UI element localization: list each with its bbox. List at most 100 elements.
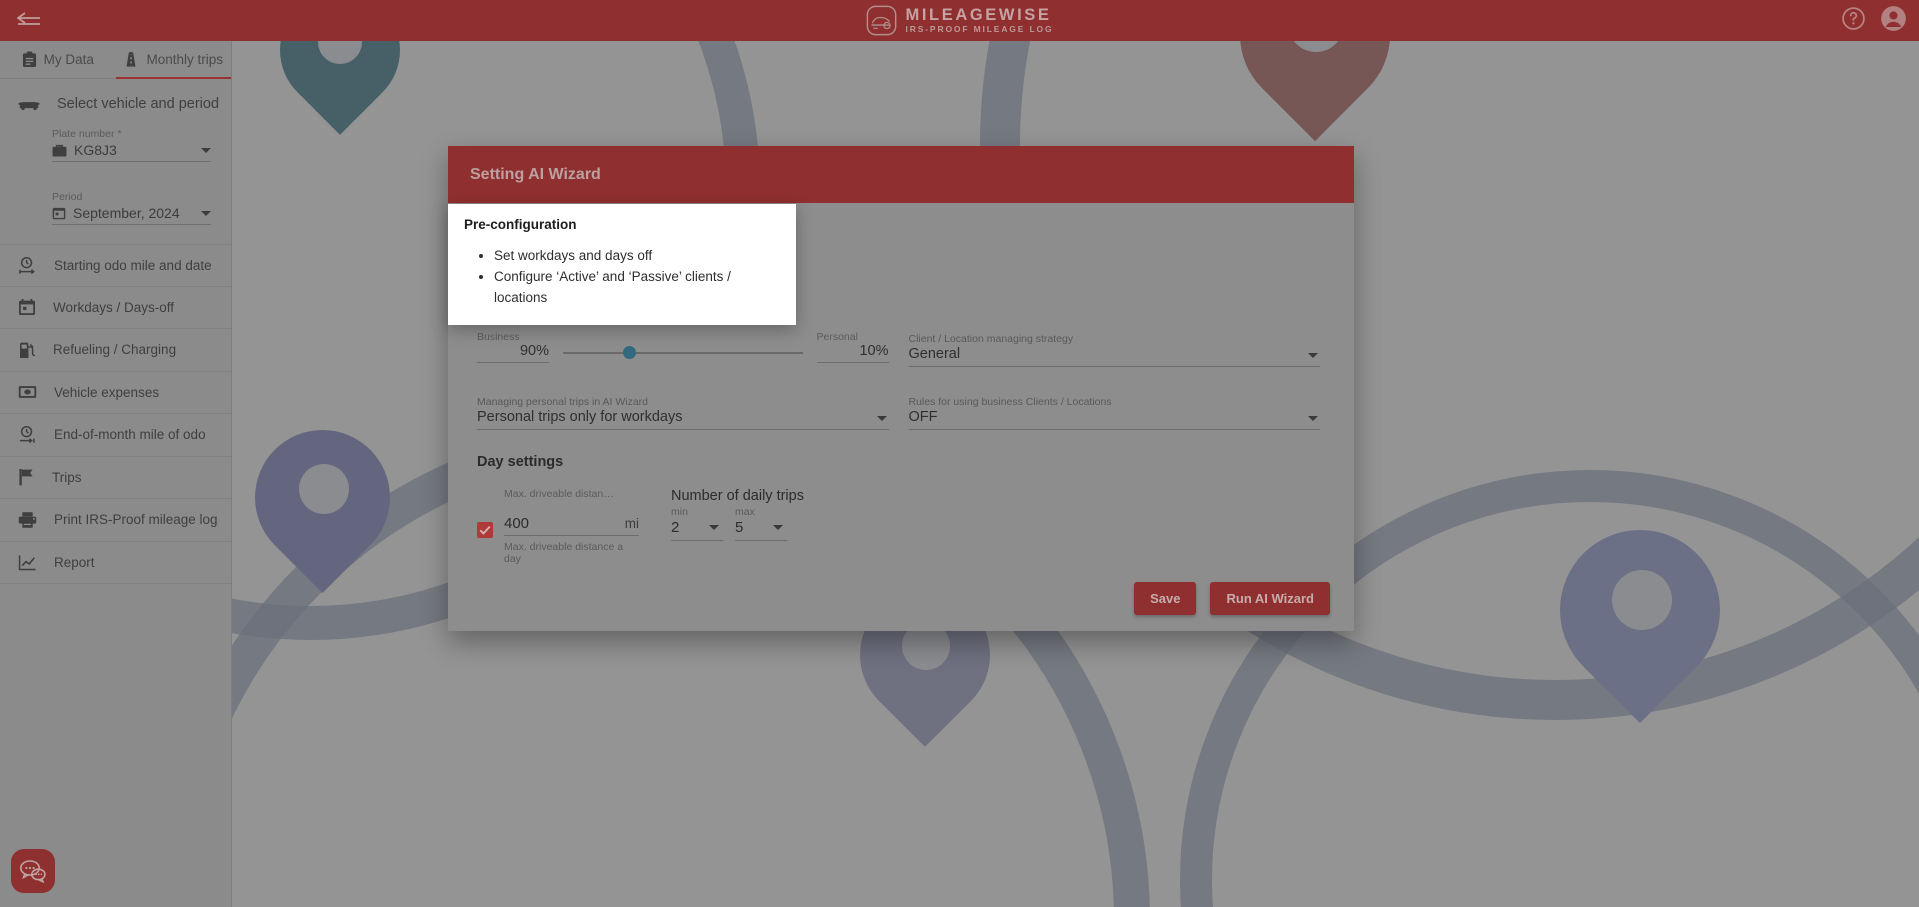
help-circle-icon[interactable] xyxy=(1841,6,1866,36)
sidebar-item-label: Report xyxy=(54,554,95,570)
daily-trips-selects: min 2 max 5 xyxy=(671,506,804,541)
select-value-text: General xyxy=(908,346,961,362)
car-icon xyxy=(18,102,40,111)
day-settings-row: Max. driveable distan… 400 mi Max. drive… xyxy=(462,488,1328,565)
fuel-pump-icon xyxy=(20,342,36,358)
client-location-strategy-select[interactable]: Client / Location managing strategy Gene… xyxy=(908,333,1320,367)
max-distance-input-row[interactable]: 400 mi xyxy=(504,515,639,536)
select-value[interactable]: General xyxy=(908,346,1320,367)
sidebar-item-starting-odo[interactable]: Starting odo mile and date xyxy=(0,244,231,287)
max-distance-unit: mi xyxy=(624,516,639,531)
ratio-column: Business 90% Personal 10% xyxy=(477,331,889,367)
tab-label: My Data xyxy=(43,52,94,67)
business-personal-slider[interactable] xyxy=(563,341,803,363)
sidebar-item-label: End-of-month mile of odo xyxy=(54,427,206,443)
calendar-icon xyxy=(52,207,66,220)
sidebar-item-vehicle-expenses[interactable]: Vehicle expenses xyxy=(0,372,231,414)
odometer-end-icon xyxy=(19,426,35,444)
chevron-down-icon[interactable] xyxy=(1308,353,1318,358)
business-personal-slider-row: Business 90% Personal 10% xyxy=(477,331,889,363)
personal-percent-field[interactable]: Personal 10% xyxy=(816,331,889,363)
min-trips-value-box[interactable]: 2 xyxy=(671,519,723,541)
tab-label: Monthly trips xyxy=(146,52,224,67)
select-label: Client / Location managing strategy xyxy=(908,333,1074,345)
account-circle-icon[interactable] xyxy=(1880,5,1907,37)
sidebar-item-label: Workdays / Days-off xyxy=(53,299,175,315)
tab-my-data[interactable]: My Data xyxy=(0,41,116,78)
strategy-column: Client / Location managing strategy Gene… xyxy=(908,331,1320,367)
sidebar-item-refueling[interactable]: Refueling / Charging xyxy=(0,329,231,372)
printer-icon xyxy=(18,511,37,528)
sidebar-tabs: My Data Monthly trips xyxy=(0,41,231,79)
sidebar-item-end-of-month-odo[interactable]: End-of-month mile of odo xyxy=(0,414,231,457)
ratio-row-grid: Business 90% Personal 10% Client / Locat… xyxy=(462,331,1328,367)
tooltip-title: Pre-configuration xyxy=(464,217,577,232)
chevron-down-icon[interactable] xyxy=(773,525,783,530)
plate-number-value: KG8J3 xyxy=(74,142,117,158)
select-value[interactable]: Personal trips only for workdays xyxy=(477,409,889,430)
select-label: Managing personal trips in AI Wizard xyxy=(477,396,648,408)
business-value: 90% xyxy=(477,343,549,363)
rules-column: Rules for using business Clients / Locat… xyxy=(908,394,1320,430)
min-trips-value: 2 xyxy=(671,519,680,536)
business-label: Business xyxy=(477,331,520,343)
chevron-down-icon[interactable] xyxy=(201,211,211,216)
max-trips-select[interactable]: max 5 xyxy=(735,506,787,541)
min-trips-label: min xyxy=(671,506,688,518)
chevron-down-icon[interactable] xyxy=(1308,416,1318,421)
plate-number-field[interactable]: Plate number * KG8J3 xyxy=(52,128,211,162)
top-bar-actions xyxy=(1841,5,1907,37)
briefcase-icon xyxy=(52,144,67,157)
collapse-arrow-icon[interactable] xyxy=(0,11,58,30)
max-distance-checkbox[interactable] xyxy=(477,522,493,538)
max-distance-label: Max. driveable distan… xyxy=(504,488,614,500)
tab-monthly-trips[interactable]: Monthly trips xyxy=(115,41,232,79)
max-trips-label: max xyxy=(735,506,755,518)
slider-track xyxy=(563,352,803,354)
brand-name: MILEAGEWISE xyxy=(905,6,1052,25)
sidebar-section-title: Select vehicle and period xyxy=(0,79,231,128)
max-distance-field[interactable]: Max. driveable distan… 400 mi Max. drive… xyxy=(504,488,639,565)
personal-value: 10% xyxy=(816,343,889,363)
max-trips-value-box[interactable]: 5 xyxy=(735,519,787,541)
run-ai-wizard-button[interactable]: Run AI Wizard xyxy=(1210,582,1330,615)
chevron-down-icon[interactable] xyxy=(709,525,719,530)
min-trips-select[interactable]: min 2 xyxy=(671,506,723,541)
sidebar-menu: Starting odo mile and date Workdays / Da… xyxy=(0,244,231,584)
dialog-header: Setting AI Wizard xyxy=(448,146,1354,203)
period-label: Period xyxy=(52,191,83,203)
second-select-grid: Managing personal trips in AI Wizard Per… xyxy=(462,394,1328,430)
select-label: Rules for using business Clients / Locat… xyxy=(908,396,1112,408)
select-value[interactable]: OFF xyxy=(908,409,1320,430)
chart-line-icon xyxy=(18,555,36,570)
vehicle-period-fields: Plate number * KG8J3 Period September, 2… xyxy=(0,128,231,225)
sidebar-item-print-log[interactable]: Print IRS-Proof mileage log xyxy=(0,499,231,542)
chevron-down-icon[interactable] xyxy=(201,148,211,153)
business-percent-field[interactable]: Business 90% xyxy=(477,331,549,363)
top-bar: MILEAGEWISE IRS-PROOF MILEAGE LOG xyxy=(0,0,1919,41)
managing-personal-trips-select[interactable]: Managing personal trips in AI Wizard Per… xyxy=(477,396,889,430)
max-distance-value: 400 xyxy=(504,515,530,532)
day-settings-section: Day settings Max. driveable distan… 400 … xyxy=(462,454,1328,565)
sidebar-item-workdays[interactable]: Workdays / Days-off xyxy=(0,287,231,329)
highway-icon xyxy=(127,51,136,67)
sidebar-item-label: Trips xyxy=(52,469,82,485)
day-settings-title: Day settings xyxy=(477,454,564,470)
max-trips-value: 5 xyxy=(735,519,744,536)
max-distance-hint: Max. driveable distance a day xyxy=(504,541,624,566)
period-field[interactable]: Period September, 2024 xyxy=(52,191,211,225)
sidebar-item-label: Print IRS-Proof mileage log xyxy=(54,512,218,528)
business-client-rules-select[interactable]: Rules for using business Clients / Locat… xyxy=(908,396,1320,430)
plate-number-label: Plate number * xyxy=(52,128,122,140)
slider-thumb[interactable] xyxy=(622,346,636,359)
save-button[interactable]: Save xyxy=(1134,582,1197,615)
flag-icon xyxy=(19,469,33,486)
pre-configuration-tooltip: Pre-configuration Set workdays and days … xyxy=(448,204,796,325)
sidebar-item-report[interactable]: Report xyxy=(0,542,231,584)
chat-bubbles-icon[interactable] xyxy=(11,849,55,893)
clipboard-icon xyxy=(22,51,36,67)
brand-logo: MILEAGEWISE IRS-PROOF MILEAGE LOG xyxy=(866,5,1054,36)
sidebar-item-trips[interactable]: Trips xyxy=(0,457,231,499)
chevron-down-icon[interactable] xyxy=(876,416,887,421)
